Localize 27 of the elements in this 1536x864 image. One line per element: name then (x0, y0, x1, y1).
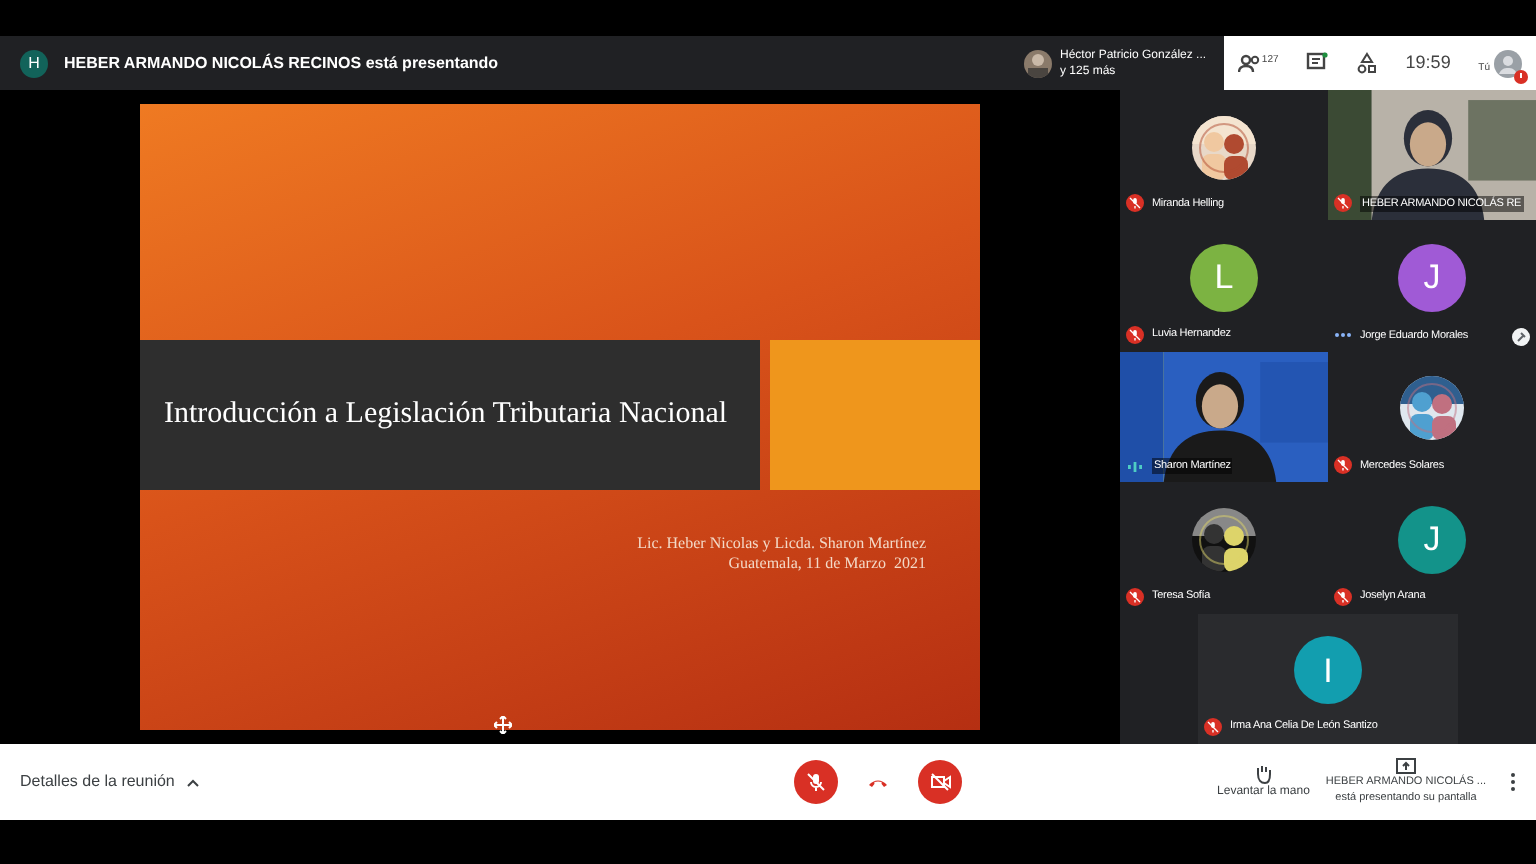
more-options-icon[interactable] (1510, 772, 1516, 792)
chat-icon[interactable] (1306, 52, 1329, 74)
presenter-avatar: H (20, 49, 48, 77)
hang-up-icon (868, 777, 889, 787)
initial-avatar: J (1398, 505, 1466, 574)
camera-off-button[interactable] (918, 760, 963, 804)
alert-badge-icon (1514, 69, 1529, 83)
chevron-up-icon (186, 777, 201, 787)
initial-avatar: L (1190, 244, 1258, 313)
user-avatar-icon[interactable] (1494, 49, 1523, 77)
hand-icon (1254, 763, 1273, 783)
mic-off-icon (806, 772, 827, 792)
pin-icon[interactable] (1512, 327, 1530, 346)
shapes-icon[interactable] (1355, 52, 1378, 74)
move-cursor-icon (494, 716, 512, 734)
people-icon (1237, 53, 1262, 73)
slide-title: Introducción a Legislación Tributaria Nacional (164, 396, 728, 435)
presenter-status: HEBER ARMANDO NICOLÁS RECINOS está presentando (64, 51, 499, 75)
initial-avatar: J (1398, 244, 1466, 313)
camera-off-icon (929, 772, 952, 792)
clock-time: 19:59 (1405, 49, 1451, 76)
initial-avatar: I (1294, 636, 1362, 705)
slide-date: Guatemala, 11 de Marzo 2021 (728, 554, 926, 574)
meeting-details-button[interactable]: Detalles de la reunión (20, 770, 201, 794)
slide-authors: Lic. Heber Nicolas y Licda. Sharon Martínez (637, 534, 926, 554)
mic-off-button[interactable] (794, 760, 839, 804)
present-screen-icon (1395, 758, 1416, 774)
